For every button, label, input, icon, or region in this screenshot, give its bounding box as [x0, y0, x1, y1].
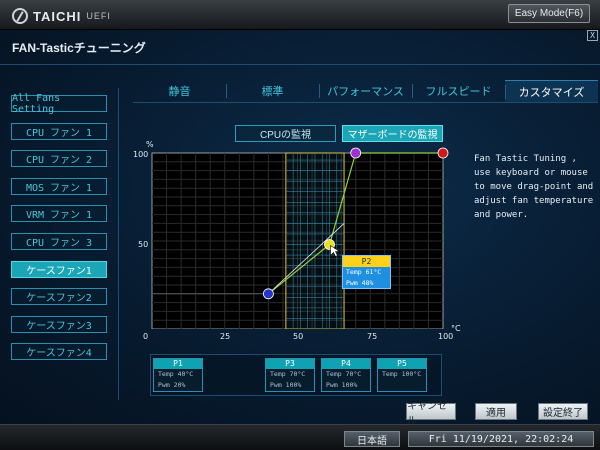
- sidebar-item-case-fan-4[interactable]: ケースファン4: [11, 343, 107, 360]
- point-card-pwm: Pwm 20%: [158, 381, 186, 389]
- tab-silent[interactable]: 静音: [133, 80, 226, 102]
- point-card-pwm: Pwm 100%: [270, 381, 302, 389]
- point-card-title: P1: [154, 359, 202, 369]
- x-tick-25: 25: [220, 332, 231, 341]
- point-tooltip: P2 Temp 61°C Pwm 48%: [342, 255, 391, 289]
- point-card-pwm: Pwm 100%: [326, 381, 358, 389]
- sidebar-item-cpu-fan-1[interactable]: CPU ファン 1: [11, 123, 107, 140]
- sidebar-divider: [118, 88, 119, 400]
- tooltip-pwm: Pwm 48%: [346, 279, 374, 287]
- top-bar: TAICHI UEFI Easy Mode(F6): [0, 0, 600, 30]
- motherboard-monitor-button[interactable]: マザーボードの監視: [342, 125, 443, 142]
- tooltip-title: P2: [343, 256, 390, 267]
- sidebar-item-case-fan-2[interactable]: ケースファン2: [11, 288, 107, 305]
- easy-mode-button[interactable]: Easy Mode(F6): [508, 4, 590, 23]
- taichi-logo-icon: [12, 8, 28, 24]
- tab-divider: [133, 102, 598, 103]
- sidebar-item-case-fan-3[interactable]: ケースファン3: [11, 316, 107, 333]
- cancel-button[interactable]: キャンセル: [406, 401, 456, 427]
- sidebar-item-case-fan-1[interactable]: ケースファン1: [11, 261, 107, 278]
- curve-point-p5[interactable]: [437, 147, 449, 159]
- point-card-p4[interactable]: P4 Temp 70°C Pwm 100%: [321, 358, 371, 392]
- curve-point-p1[interactable]: [263, 288, 274, 300]
- close-button[interactable]: X: [587, 30, 598, 41]
- tab-standard[interactable]: 標準: [226, 80, 319, 102]
- logo-text: TAICHI: [33, 8, 82, 24]
- sidebar-item-cpu-fan-3[interactable]: CPU ファン 3: [11, 233, 107, 250]
- help-text: Fan Tastic Tuning , use keyboard or mous…: [474, 154, 594, 220]
- x-tick-0: 0: [143, 332, 149, 341]
- fan-curve-chart[interactable]: [145, 146, 450, 329]
- sidebar-item-cpu-fan-2[interactable]: CPU ファン 2: [11, 150, 107, 167]
- mode-tabs: 静音 標準 パフォーマンス フルスピード カスタマイズ: [133, 80, 598, 102]
- curve-point-p3[interactable]: [350, 147, 362, 159]
- x-tick-50: 50: [293, 332, 304, 341]
- title-divider: [0, 64, 600, 65]
- point-card-title: P3: [266, 359, 314, 369]
- tab-customize[interactable]: カスタマイズ: [505, 80, 598, 102]
- point-card-temp: Temp 70°C: [270, 370, 306, 378]
- x-tick-100: 100: [438, 332, 454, 341]
- language-button[interactable]: 日本語: [344, 431, 400, 447]
- point-card-title: P4: [322, 359, 370, 369]
- cpu-monitor-button[interactable]: CPUの監視: [235, 125, 336, 142]
- point-card-temp: Temp 70°C: [326, 370, 362, 378]
- sidebar-item-vrm-fan-1[interactable]: VRM ファン 1: [11, 205, 107, 222]
- logo: TAICHI UEFI: [12, 7, 111, 25]
- logo-sub: UEFI: [86, 11, 111, 21]
- finish-settings-button[interactable]: 設定終了: [538, 403, 588, 420]
- x-unit-label: °C: [451, 324, 461, 333]
- sidebar-item-mos-fan-1[interactable]: MOS ファン 1: [11, 178, 107, 195]
- point-card-p3[interactable]: P3 Temp 70°C Pwm 100%: [265, 358, 315, 392]
- apply-button[interactable]: 適用: [475, 403, 517, 420]
- sidebar-item-all-fans[interactable]: All Fans Setting: [11, 93, 107, 115]
- tab-performance[interactable]: パフォーマンス: [319, 80, 412, 102]
- x-tick-75: 75: [367, 332, 378, 341]
- point-card-p5[interactable]: P5 Temp 100°C: [377, 358, 427, 392]
- tab-full-speed[interactable]: フルスピード: [412, 80, 505, 102]
- point-card-p1[interactable]: P1 Temp 40°C Pwm 20%: [153, 358, 203, 392]
- point-card-title: P5: [378, 359, 426, 369]
- point-card-temp: Temp 100°C: [382, 370, 422, 378]
- datetime-display: Fri 11/19/2021, 22:02:24: [408, 431, 594, 447]
- point-card-temp: Temp 40°C: [158, 370, 194, 378]
- tooltip-temp: Temp 61°C: [346, 268, 382, 276]
- page-title: FAN-Tasticチューニング: [12, 41, 146, 55]
